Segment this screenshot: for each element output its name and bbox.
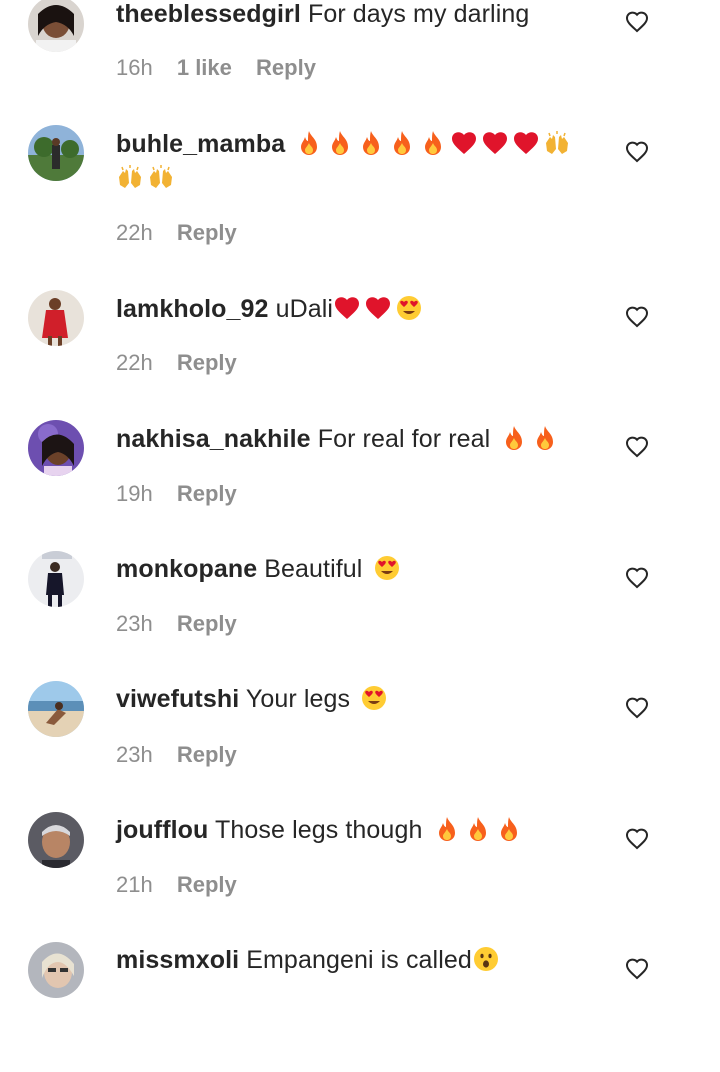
comment-item: theeblessedgirl For days my darling 16h … bbox=[0, 0, 720, 130]
comment-time: 21h bbox=[116, 872, 153, 897]
fire-icon bbox=[388, 129, 416, 157]
reply-button[interactable]: Reply bbox=[177, 350, 237, 375]
fire-icon bbox=[326, 129, 354, 157]
like-heart-icon[interactable] bbox=[625, 957, 649, 981]
fire-icon bbox=[500, 424, 528, 452]
comment-item: nakhisa_nakhile For real for real 19h Re… bbox=[0, 420, 720, 550]
comment-meta: 23h Reply bbox=[116, 741, 237, 769]
comment-item: lamkholo_92 uDali 22h Reply bbox=[0, 290, 720, 420]
comment-time: 23h bbox=[116, 611, 153, 636]
comment-text: Your legs bbox=[245, 685, 351, 713]
comment-text: Empangeni is called bbox=[246, 946, 472, 974]
avatar[interactable] bbox=[28, 290, 84, 346]
comment-item: viwefutshi Your legs 23h Reply bbox=[0, 681, 720, 811]
comment-meta: 19h Reply bbox=[116, 480, 237, 508]
red-heart-icon bbox=[364, 294, 392, 322]
raised-hands-icon bbox=[543, 129, 571, 157]
comment-meta: 22h Reply bbox=[116, 349, 237, 377]
raised-hands-icon bbox=[116, 163, 144, 191]
fire-icon bbox=[357, 129, 385, 157]
comment-time: 16h bbox=[116, 55, 153, 80]
reply-button[interactable]: Reply bbox=[256, 55, 316, 80]
comment-body: missmxoli Empangeni is called bbox=[116, 943, 596, 977]
reply-button[interactable]: Reply bbox=[177, 742, 237, 767]
comment-item: monkopane Beautiful 23h Reply bbox=[0, 551, 720, 681]
comment-text: Beautiful bbox=[264, 555, 363, 583]
fire-icon bbox=[464, 815, 492, 843]
comment-item: missmxoli Empangeni is called bbox=[0, 942, 720, 1072]
comment-text: For real for real bbox=[317, 425, 491, 453]
comment-body: lamkholo_92 uDali bbox=[116, 292, 596, 326]
comment-likes[interactable]: 1 like bbox=[177, 55, 232, 80]
comment-text: For days my darling bbox=[307, 0, 530, 28]
comment-body: nakhisa_nakhile For real for real bbox=[116, 422, 596, 456]
reply-button[interactable]: Reply bbox=[177, 611, 237, 636]
reply-button[interactable]: Reply bbox=[177, 481, 237, 506]
fire-icon bbox=[295, 129, 323, 157]
like-heart-icon[interactable] bbox=[625, 140, 649, 164]
heart-eyes-icon bbox=[395, 294, 423, 322]
comment-username[interactable]: missmxoli bbox=[116, 946, 239, 974]
fire-icon bbox=[495, 815, 523, 843]
heart-eyes-icon bbox=[373, 554, 401, 582]
comment-username[interactable]: monkopane bbox=[116, 555, 257, 583]
red-heart-icon bbox=[333, 294, 361, 322]
avatar[interactable] bbox=[28, 551, 84, 607]
red-heart-icon bbox=[450, 129, 478, 157]
red-heart-icon bbox=[512, 129, 540, 157]
avatar[interactable] bbox=[28, 420, 84, 476]
like-heart-icon[interactable] bbox=[625, 305, 649, 329]
avatar[interactable] bbox=[28, 812, 84, 868]
fire-icon bbox=[531, 424, 559, 452]
comment-item: joufflou Those legs though 21h Reply bbox=[0, 812, 720, 942]
comment-body: buhle_mamba bbox=[116, 127, 596, 195]
heart-eyes-icon bbox=[360, 684, 388, 712]
red-heart-icon bbox=[481, 129, 509, 157]
comment-username[interactable]: nakhisa_nakhile bbox=[116, 425, 311, 453]
comment-time: 22h bbox=[116, 220, 153, 245]
comment-username[interactable]: buhle_mamba bbox=[116, 130, 285, 158]
hushed-face-icon bbox=[472, 945, 500, 973]
reply-button[interactable]: Reply bbox=[177, 220, 237, 245]
comment-time: 22h bbox=[116, 350, 153, 375]
like-heart-icon[interactable] bbox=[625, 566, 649, 590]
fire-icon bbox=[419, 129, 447, 157]
comment-meta: 22h Reply bbox=[116, 219, 237, 247]
comment-time: 19h bbox=[116, 481, 153, 506]
like-heart-icon[interactable] bbox=[625, 696, 649, 720]
comment-body: viwefutshi Your legs bbox=[116, 682, 596, 716]
comment-meta: 23h Reply bbox=[116, 610, 237, 638]
fire-icon bbox=[433, 815, 461, 843]
like-heart-icon[interactable] bbox=[625, 10, 649, 34]
comment-username[interactable]: theeblessedgirl bbox=[116, 0, 301, 28]
avatar[interactable] bbox=[28, 125, 84, 181]
comment-username[interactable]: lamkholo_92 bbox=[116, 295, 269, 323]
comment-time: 23h bbox=[116, 742, 153, 767]
reply-button[interactable]: Reply bbox=[177, 872, 237, 897]
comment-meta: 16h 1 like Reply bbox=[116, 54, 316, 82]
like-heart-icon[interactable] bbox=[625, 435, 649, 459]
comment-meta: 21h Reply bbox=[116, 871, 237, 899]
like-heart-icon[interactable] bbox=[625, 827, 649, 851]
avatar[interactable] bbox=[28, 942, 84, 998]
comment-item: buhle_mamba 22h Reply bbox=[0, 125, 720, 255]
comment-text: uDali bbox=[275, 295, 334, 323]
comment-body: theeblessedgirl For days my darling bbox=[116, 0, 596, 31]
comment-username[interactable]: viwefutshi bbox=[116, 685, 239, 713]
avatar[interactable] bbox=[28, 681, 84, 737]
avatar[interactable] bbox=[28, 0, 84, 52]
comment-body: monkopane Beautiful bbox=[116, 552, 596, 586]
raised-hands-icon bbox=[147, 163, 175, 191]
comment-body: joufflou Those legs though bbox=[116, 813, 596, 847]
comment-username[interactable]: joufflou bbox=[116, 816, 208, 844]
comment-text: Those legs though bbox=[215, 816, 423, 844]
